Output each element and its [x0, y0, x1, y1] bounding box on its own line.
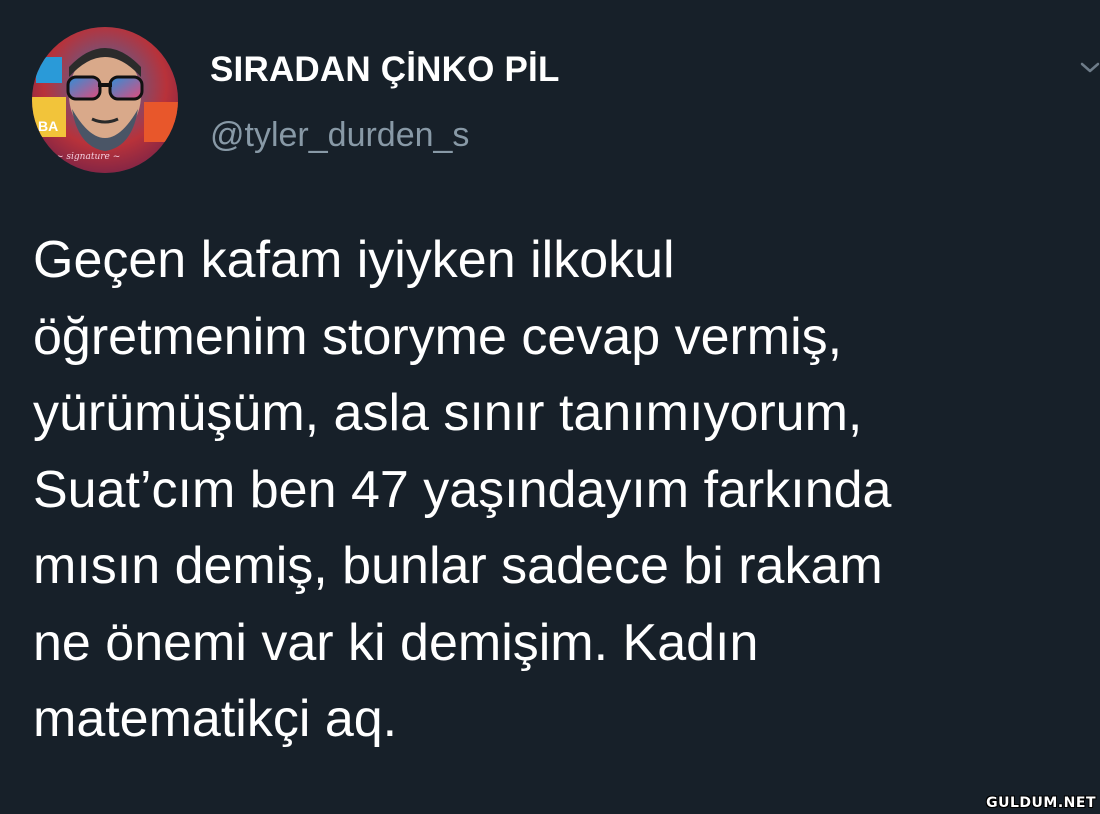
- tweet-line: mısın demiş, bunlar sadece bi rakam: [33, 537, 883, 595]
- avatar[interactable]: BA ~ signature ~: [32, 27, 178, 173]
- tweet-text: Geçen kafam iyiyken ilkokul öğretmenim s…: [33, 222, 1083, 758]
- tweet-line: ne önemi var ki demişim. Kadın: [33, 613, 759, 672]
- tweet-card: BA ~ signature ~ SIRADAN ÇİNKO PİL @tyle…: [0, 0, 1100, 814]
- avatar-image: BA ~ signature ~: [32, 27, 178, 173]
- tweet-line: Suat’cım ben 47 yaşındayım farkında: [33, 460, 892, 519]
- svg-text:~ signature ~: ~ signature ~: [56, 152, 120, 162]
- svg-text:BA: BA: [38, 118, 58, 134]
- watermark: GULDUM.NET: [986, 795, 1096, 811]
- tweet-line: yürümüşüm, asla sınır tanımıyorum,: [33, 384, 863, 442]
- tweet-line: matematikçi aq.: [33, 690, 398, 748]
- tweet-line: Geçen kafam iyiyken ilkokul: [33, 231, 675, 289]
- tweet-line: öğretmenim storyme cevap vermiş,: [33, 307, 843, 366]
- user-handle[interactable]: @tyler_durden_s: [210, 116, 469, 155]
- chevron-down-icon[interactable]: [1080, 55, 1100, 79]
- display-name[interactable]: SIRADAN ÇİNKO PİL: [210, 50, 560, 90]
